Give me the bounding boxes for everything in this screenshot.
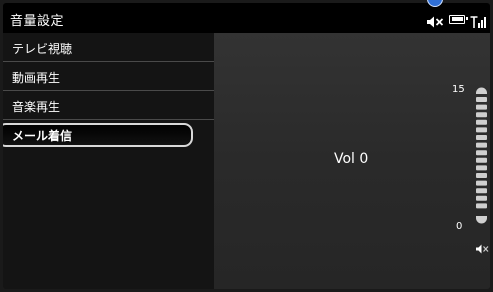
volume-segment[interactable] [476, 112, 487, 118]
volume-segment[interactable] [476, 173, 487, 178]
volume-segment[interactable] [476, 180, 487, 186]
volume-segment[interactable] [476, 97, 487, 102]
volume-segment[interactable] [476, 188, 487, 194]
settings-menu: テレビ視聴 動画再生 音楽再生 メール着信 [3, 33, 214, 289]
mute-icon [427, 13, 444, 28]
volume-min-label: 0 [456, 221, 463, 232]
signal-icon [470, 13, 486, 28]
volume-segment[interactable] [476, 203, 487, 209]
volume-segment[interactable] [476, 165, 487, 171]
menu-item-music[interactable]: 音楽再生 [3, 91, 214, 120]
volume-segment[interactable] [476, 150, 487, 156]
volume-segment[interactable] [476, 135, 487, 140]
battery-icon [449, 14, 468, 24]
volume-segment[interactable] [476, 157, 487, 163]
volume-panel: Vol 0 15 0 [214, 33, 490, 289]
volume-segment[interactable] [476, 195, 487, 201]
menu-item-mail[interactable]: メール着信 [3, 120, 214, 149]
page-title: 音量設定 [10, 14, 65, 29]
slider-bottom-cap [476, 216, 487, 224]
menu-item-video[interactable]: 動画再生 [3, 62, 214, 91]
volume-segment[interactable] [476, 127, 487, 133]
menu-item-label: 音楽再生 [12, 100, 61, 114]
menu-item-label: 動画再生 [12, 71, 61, 85]
volume-max-label: 15 [452, 84, 465, 95]
menu-item-label: メール着信 [12, 129, 73, 143]
volume-segment[interactable] [476, 119, 487, 125]
volume-segment[interactable] [476, 142, 487, 148]
menu-item-label: テレビ視聴 [12, 42, 73, 56]
app-screen: 音量設定 テレビ視聴 動画再生 音楽再生 メール着信 Vol 0 15 0 [3, 3, 490, 289]
status-icons [427, 11, 486, 28]
volume-segment[interactable] [476, 104, 487, 110]
volume-slider[interactable] [476, 85, 487, 226]
volume-readout: Vol 0 [334, 151, 369, 167]
slider-top-cap [476, 87, 487, 94]
speaker-mute-icon [476, 239, 489, 254]
title-bar: 音量設定 [3, 3, 490, 33]
menu-item-tv[interactable]: テレビ視聴 [3, 33, 214, 62]
